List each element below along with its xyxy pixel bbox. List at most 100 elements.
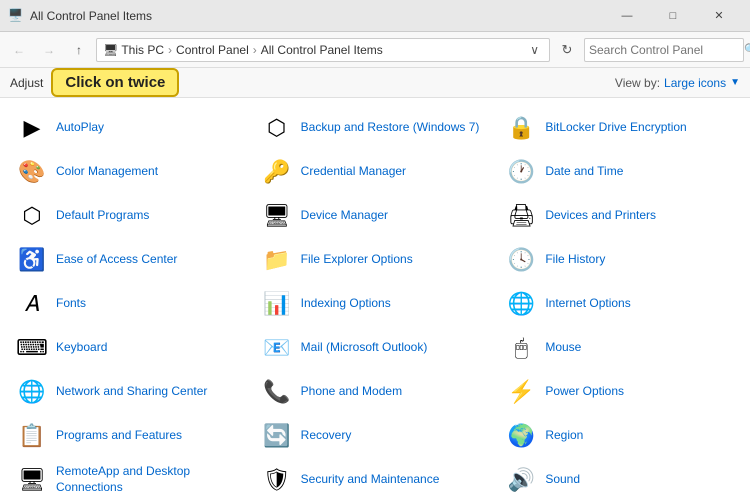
panel-item-icon: 📧 bbox=[261, 332, 293, 364]
forward-button[interactable]: → bbox=[36, 37, 62, 63]
panel-item-icon: 🔄 bbox=[261, 420, 293, 452]
panel-item[interactable]: 🖥 Device Manager bbox=[253, 194, 498, 238]
panel-item-icon: 📋 bbox=[16, 420, 48, 452]
panel-item-icon: ⌨ bbox=[16, 332, 48, 364]
panel-item-icon: 📁 bbox=[261, 244, 293, 276]
panel-item[interactable]: 🕓 File History bbox=[497, 238, 742, 282]
toolbar-right: View by: Large icons ▼ bbox=[615, 76, 740, 90]
panel-item-label: Mail (Microsoft Outlook) bbox=[301, 340, 428, 356]
click-on-twice-tooltip: Click on twice bbox=[51, 68, 179, 97]
address-box[interactable]: 🖥 This PC › Control Panel › All Control … bbox=[96, 38, 550, 62]
panel-item[interactable]: ⌨ Keyboard bbox=[8, 326, 253, 370]
panel-item[interactable]: 🌍Region bbox=[497, 414, 742, 458]
panel-item-label: Programs and Features bbox=[56, 428, 182, 444]
minimize-button[interactable]: — bbox=[604, 0, 650, 32]
panel-item-icon: 🖥 bbox=[16, 464, 48, 496]
search-box[interactable]: 🔍 bbox=[584, 38, 744, 62]
panel-item[interactable]: 🛡 Security and Maintenance bbox=[253, 458, 498, 502]
panel-item[interactable]: 📋 Programs and Features bbox=[8, 414, 253, 458]
panel-item[interactable]: 📧 Mail (Microsoft Outlook) bbox=[253, 326, 498, 370]
titlebar-title: All Control Panel Items bbox=[30, 9, 604, 23]
panel-item-label: Credential Manager bbox=[301, 164, 406, 180]
panel-item-icon: 🌐 bbox=[505, 288, 537, 320]
panel-item-label: Security and Maintenance bbox=[301, 472, 440, 488]
panel-item-icon: 🖥 bbox=[261, 200, 293, 232]
panel-item-label: Devices and Printers bbox=[545, 208, 656, 224]
maximize-button[interactable]: □ bbox=[650, 0, 696, 32]
panel-item-icon: 𝐴 bbox=[16, 288, 48, 320]
panel-item[interactable]: 🔑 Credential Manager bbox=[253, 150, 498, 194]
panel-item-label: Date and Time bbox=[545, 164, 623, 180]
panel-item-label: Keyboard bbox=[56, 340, 107, 356]
panel-item-icon: 🛡 bbox=[261, 464, 293, 496]
panel-item-label: Mouse bbox=[545, 340, 581, 356]
panel-item[interactable]: ⚡Power Options bbox=[497, 370, 742, 414]
breadcrumb-pc: 🖥 This PC bbox=[103, 43, 164, 57]
panel-item-label: Device Manager bbox=[301, 208, 388, 224]
view-chevron-icon[interactable]: ▼ bbox=[730, 77, 740, 88]
search-input[interactable] bbox=[589, 43, 744, 57]
toolbar-left: Adjust Click on twice bbox=[10, 68, 179, 97]
panel-item-icon: ⬡ bbox=[261, 112, 293, 144]
panel-item-label: Default Programs bbox=[56, 208, 149, 224]
panel-item-label: Recovery bbox=[301, 428, 352, 444]
view-by-label: View by: bbox=[615, 76, 660, 90]
items-grid: ▶AutoPlay⬡Backup and Restore (Windows 7)… bbox=[4, 106, 746, 503]
panel-item[interactable]: 🎨Color Management bbox=[8, 150, 253, 194]
panel-item-icon: 🌍 bbox=[505, 420, 537, 452]
panel-item[interactable]: 🌐Network and Sharing Center bbox=[8, 370, 253, 414]
panel-item[interactable]: 🔊Sound bbox=[497, 458, 742, 502]
panel-item-icon: 📞 bbox=[261, 376, 293, 408]
panel-item-label: BitLocker Drive Encryption bbox=[545, 120, 686, 136]
panel-item[interactable]: 🌐Internet Options bbox=[497, 282, 742, 326]
panel-item[interactable]: 🖱 Mouse bbox=[497, 326, 742, 370]
panel-item-label: Ease of Access Center bbox=[56, 252, 177, 268]
titlebar-icon: 🖥️ bbox=[8, 8, 24, 24]
panel-item[interactable]: ▶AutoPlay bbox=[8, 106, 253, 150]
panel-item-label: Sound bbox=[545, 472, 580, 488]
breadcrumb-panel: Control Panel bbox=[176, 43, 249, 57]
panel-item-icon: 🖱 bbox=[505, 332, 537, 364]
panel-item-label: RemoteApp and Desktop Connections bbox=[56, 464, 245, 495]
panel-item[interactable]: 📞 Phone and Modem bbox=[253, 370, 498, 414]
panel-item-icon: 🌐 bbox=[16, 376, 48, 408]
panel-item-icon: 🕐 bbox=[505, 156, 537, 188]
panel-item-label: Phone and Modem bbox=[301, 384, 402, 400]
addressbar: ← → ↑ 🖥 This PC › Control Panel › All Co… bbox=[0, 32, 750, 68]
search-icon: 🔍 bbox=[744, 43, 750, 56]
address-chevron-icon[interactable]: ∨ bbox=[526, 43, 543, 57]
breadcrumb-all: All Control Panel Items bbox=[261, 43, 383, 57]
panel-item-label: Indexing Options bbox=[301, 296, 391, 312]
panel-item[interactable]: 𝐴 Fonts bbox=[8, 282, 253, 326]
panel-item-label: Power Options bbox=[545, 384, 624, 400]
panel-item[interactable]: ⬡Backup and Restore (Windows 7) bbox=[253, 106, 498, 150]
panel-item[interactable]: 📊Indexing Options bbox=[253, 282, 498, 326]
panel-item-label: Fonts bbox=[56, 296, 86, 312]
panel-item-label: File History bbox=[545, 252, 605, 268]
back-button[interactable]: ← bbox=[6, 37, 32, 63]
panel-item-icon: 🕓 bbox=[505, 244, 537, 276]
content-area: ▶AutoPlay⬡Backup and Restore (Windows 7)… bbox=[0, 98, 750, 503]
titlebar: 🖥️ All Control Panel Items — □ ✕ bbox=[0, 0, 750, 32]
panel-item[interactable]: 🕐 Date and Time bbox=[497, 150, 742, 194]
panel-item-icon: ▶ bbox=[16, 112, 48, 144]
panel-item-icon: 🔒 bbox=[505, 112, 537, 144]
panel-item-icon: ♿ bbox=[16, 244, 48, 276]
panel-item-icon: 🖨 bbox=[505, 200, 537, 232]
up-button[interactable]: ↑ bbox=[66, 37, 92, 63]
refresh-button[interactable]: ↻ bbox=[554, 37, 580, 63]
breadcrumb: 🖥 This PC › Control Panel › All Control … bbox=[103, 43, 383, 57]
panel-item[interactable]: 🔄 Recovery bbox=[253, 414, 498, 458]
panel-item-icon: 🔑 bbox=[261, 156, 293, 188]
panel-item[interactable]: ⬡Default Programs bbox=[8, 194, 253, 238]
panel-item[interactable]: ♿ Ease of Access Center bbox=[8, 238, 253, 282]
close-button[interactable]: ✕ bbox=[696, 0, 742, 32]
view-value[interactable]: Large icons bbox=[664, 76, 726, 90]
adjust-label: Adjust bbox=[10, 76, 43, 90]
toolbar: Adjust Click on twice View by: Large ico… bbox=[0, 68, 750, 98]
panel-item[interactable]: 🔒 BitLocker Drive Encryption bbox=[497, 106, 742, 150]
panel-item[interactable]: 🖨 Devices and Printers bbox=[497, 194, 742, 238]
panel-item[interactable]: 📁File Explorer Options bbox=[253, 238, 498, 282]
panel-item-label: Color Management bbox=[56, 164, 158, 180]
panel-item[interactable]: 🖥 RemoteApp and Desktop Connections bbox=[8, 458, 253, 502]
